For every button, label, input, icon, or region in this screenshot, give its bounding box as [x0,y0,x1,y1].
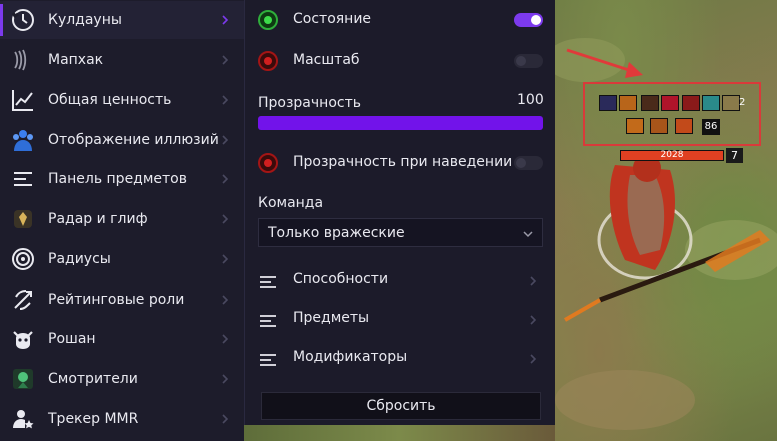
chevron-right-icon [222,295,229,305]
opacity-slider[interactable] [258,116,543,130]
subsection-abilities[interactable]: Способности [245,263,556,299]
sidebar-item-ranked-roles[interactable]: Рейтинговые роли [0,281,244,319]
ability-slot-icon [661,95,679,111]
bow-arrow-icon [9,286,37,314]
game-view-strip [244,425,555,441]
stack-count: 2 [739,97,746,108]
sidebar-item-label: Радар и глиф [48,211,148,227]
sidebar-item-label: Трекер MMR [48,411,139,427]
game-viewport[interactable]: 2 86 2028 7 [555,0,777,441]
sidebar-item-label: Радиусы [48,251,111,267]
state-enabled-icon [258,10,278,30]
chevron-down-icon [523,231,533,238]
sidebar-item-maphack[interactable]: Мапхак [0,41,244,79]
team-select-value: Только вражеские [268,225,405,241]
text-lines-icon [260,354,276,366]
ability-slot-icon [722,95,740,111]
text-lines-icon [260,276,276,288]
opacity-label: Прозрачность [258,95,361,111]
hero-level: 7 [726,148,743,163]
radius-target-icon [9,245,37,273]
chevron-right-icon [530,315,537,325]
item-charges: 86 [702,119,720,135]
chevron-right-icon [222,254,229,264]
chevron-right-icon [222,174,229,184]
ability-slot-icon [682,95,700,111]
line-chart-icon [9,86,37,114]
opacity-slider-fill [258,116,543,130]
enemy-cooldown-highlight [583,82,761,146]
chevron-right-icon [222,15,229,25]
hover-opacity-toggle[interactable] [514,156,543,170]
sidebar-item-roshan[interactable]: Рошан [0,320,244,358]
subsection-label: Способности [293,271,389,287]
chevron-right-icon [222,55,229,65]
roshan-icon [9,325,37,353]
sidebar-item-radius[interactable]: Радиусы [0,240,244,278]
text-lines-icon [260,315,276,327]
clock-history-icon [9,6,37,34]
subsection-items[interactable]: Предметы [245,302,556,338]
ability-slot-icon [599,95,617,111]
reset-button[interactable]: Сбросить [261,392,541,420]
sidebar-item-cooldowns[interactable]: Кулдауны [0,1,244,39]
opacity-value: 100 [517,92,544,108]
sidebar-item-mmr-tracker[interactable]: Трекер MMR [0,400,244,438]
hero-health-value: 2028 [660,150,684,160]
ability-slot-icon [641,95,659,111]
sidebar-item-networth[interactable]: Общая ценность [0,81,244,119]
chevron-right-icon [222,214,229,224]
state-toggle[interactable] [514,13,543,27]
sidebar-item-label: Мапхак [48,52,104,68]
chevron-right-icon [530,354,537,364]
chevron-right-icon [222,414,229,424]
scale-toggle[interactable] [514,54,543,68]
item-slot-icon [650,118,668,134]
sidebar-item-label: Смотрители [48,371,138,387]
item-slot-icon [626,118,644,134]
scale-label: Масштаб [293,52,360,68]
chevron-right-icon [222,95,229,105]
ability-slot-icon [702,95,720,111]
scale-disabled-icon [258,51,278,71]
sidebar-item-item-panel[interactable]: Панель предметов [0,160,244,198]
hero-scene [555,38,777,430]
sidebar-item-label: Панель предметов [48,171,188,187]
sidebar-item-label: Кулдауны [48,12,122,28]
sidebar-item-radar-glyph[interactable]: Радар и глиф [0,200,244,238]
sound-waves-icon [9,46,37,74]
subsection-label: Предметы [293,310,370,326]
sidebar-item-label: Рейтинговые роли [48,292,185,308]
illusion-hero-icon [9,126,37,154]
sidebar-item-illusions[interactable]: Отображение иллюзий [0,121,244,159]
team-select[interactable]: Только вражеские [258,218,543,247]
ward-icon [9,365,37,393]
ability-slot-icon [619,95,637,111]
cooldowns-settings-panel: Состояние Масштаб Прозрачность 100 Прозр… [244,0,556,441]
state-label: Состояние [293,11,372,27]
team-label: Команда [258,195,324,211]
mmr-user-star-icon [9,405,37,433]
hover-opacity-label: Прозрачность при наведении [293,154,513,170]
hover-opacity-disabled-icon [258,153,278,173]
sidebar-item-label: Отображение иллюзий [48,132,219,148]
item-slot-icon [675,118,693,134]
chevron-right-icon [530,276,537,286]
chevron-right-icon [222,334,229,344]
chevron-right-icon [222,135,229,145]
text-lines-icon [9,165,37,193]
cheat-menu-sidebar: Кулдауны Мапхак Общая ценность Отображен… [0,0,244,441]
chevron-right-icon [222,374,229,384]
subsection-modifiers[interactable]: Модификаторы [245,341,556,377]
sidebar-item-label: Общая ценность [48,92,172,108]
radar-glyph-icon [9,205,37,233]
sidebar-item-label: Рошан [48,331,96,347]
subsection-label: Модификаторы [293,349,408,365]
sidebar-item-wards[interactable]: Смотрители [0,360,244,398]
